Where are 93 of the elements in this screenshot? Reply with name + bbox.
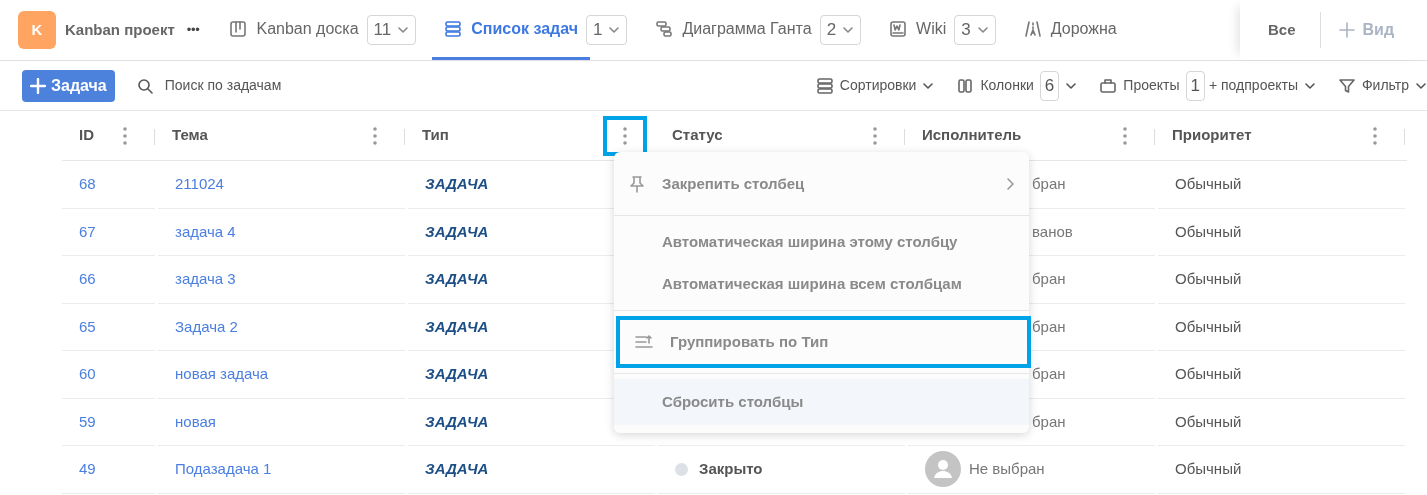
column-header: Исполнитель [922, 125, 1022, 146]
task-subject-link[interactable]: задача 4 [175, 220, 236, 243]
list-icon [444, 19, 463, 38]
project-name: Kanban проект [65, 19, 175, 40]
chevron-down-icon [976, 24, 989, 36]
priority-label: Обычный [1175, 364, 1242, 384]
priority-label: Обычный [1175, 174, 1242, 194]
priority-label: Обычный [1175, 316, 1242, 337]
more-button[interactable]: ••• [186, 20, 200, 40]
columns-button[interactable]: Колонки 6 [956, 70, 1078, 101]
task-id-link[interactable]: 60 [79, 363, 96, 386]
task-subject-link[interactable]: Подазадача 1 [175, 458, 272, 481]
menu-item[interactable]: Группировать по Тип [616, 316, 1031, 368]
projects-count-badge: 1 [1185, 70, 1205, 101]
project-avatar: K [18, 11, 56, 49]
priority-label: Обычный [1175, 221, 1242, 242]
kebab-icon [123, 126, 127, 145]
kebab-icon [1123, 126, 1127, 145]
user-avatar-icon [925, 451, 961, 488]
kebab-icon [623, 126, 627, 145]
chevron-down-icon [608, 24, 621, 36]
assignee-name: бран [1032, 316, 1066, 337]
priority-label: Обычный [1175, 269, 1242, 289]
subprojects-button[interactable]: + подпроекты [1208, 75, 1316, 96]
task-id-link[interactable]: 68 [79, 173, 96, 196]
kebab-icon [1373, 126, 1377, 145]
road-icon [1023, 19, 1042, 38]
gantt-icon [655, 19, 674, 38]
task-id-link[interactable]: 67 [79, 220, 96, 243]
add-view-button[interactable]: Вид [1338, 18, 1395, 42]
all-views-button[interactable]: Все [1268, 18, 1296, 42]
task-subject-link[interactable]: новая задача [175, 363, 269, 386]
plus-icon [30, 77, 46, 94]
task-subject-link[interactable]: новая [175, 410, 216, 433]
menu-item[interactable]: Сбросить столбцы [614, 379, 1029, 425]
task-id-link[interactable]: 65 [79, 315, 96, 338]
list-icon [815, 76, 834, 95]
kebab-icon [373, 126, 377, 145]
briefcase-icon [1099, 76, 1118, 95]
task-id-link[interactable]: 49 [79, 458, 96, 481]
book-icon [889, 19, 908, 38]
view-count-dropdown[interactable]: 11 [366, 15, 417, 45]
assignee-name: бран [1032, 364, 1066, 384]
task-type-label: ЗАДАЧА [425, 411, 489, 432]
task-type-label: ЗАДАЧА [425, 364, 489, 384]
assignee-name: бран [1032, 269, 1066, 289]
filter-icon [1337, 76, 1356, 95]
task-id-link[interactable]: 59 [79, 410, 96, 433]
assignee-name: Не выбран [969, 459, 1045, 479]
group-icon [634, 333, 654, 351]
priority-label: Обычный [1175, 411, 1242, 432]
menu-item[interactable]: Автоматическая ширина всем столбцам [614, 263, 1029, 305]
status-label: Закрыто [699, 459, 763, 479]
plus-icon [1338, 22, 1355, 38]
task-type-label: ЗАДАЧА [425, 269, 489, 289]
projects-button[interactable]: Проекты 1 [1099, 70, 1205, 101]
task-type-label: ЗАДАЧА [425, 221, 489, 242]
task-subject-link[interactable]: 211024 [175, 173, 224, 196]
task-subject-link[interactable]: задача 3 [175, 268, 236, 291]
columns-count-badge: 6 [1039, 70, 1060, 101]
filter-button[interactable]: Фильтр [1337, 75, 1427, 96]
task-subject-link[interactable]: Задача 2 [175, 315, 238, 338]
search-field[interactable]: Поиск по задачам [164, 75, 405, 96]
chevron-down-icon [397, 24, 410, 36]
column-header: ID [79, 125, 94, 146]
assignee-name: бран [1032, 411, 1066, 432]
menu-item[interactable]: Автоматическая ширина этому столбцу [614, 221, 1029, 263]
chevron-right-icon [1005, 177, 1015, 191]
chevron-down-icon [842, 24, 855, 36]
pin-icon [628, 175, 646, 193]
board-icon [229, 19, 248, 38]
assignee-name: ванов [1032, 221, 1073, 242]
priority-label: Обычный [1175, 459, 1242, 479]
assignee-name: бран [1032, 174, 1066, 194]
column-header: Приоритет [1172, 125, 1252, 146]
view-tab[interactable]: Дорожна [1011, 0, 1129, 60]
view-count-dropdown[interactable]: 2 [819, 15, 862, 45]
sort-button[interactable]: Сортировки [815, 75, 935, 96]
new-task-button[interactable]: Задача [22, 69, 115, 102]
search-icon [136, 77, 153, 94]
menu-item[interactable]: Закрепить столбец [614, 158, 1029, 210]
view-tab[interactable]: Список задач [432, 0, 590, 60]
view-count-dropdown[interactable]: 3 [954, 15, 996, 45]
task-id-link[interactable]: 66 [79, 268, 96, 291]
task-type-label: ЗАДАЧА [425, 316, 489, 337]
view-count-dropdown[interactable]: 1 [585, 15, 628, 45]
column-header: Тема [172, 125, 208, 146]
kebab-icon [873, 126, 877, 145]
task-type-label: ЗАДАЧА [425, 459, 489, 479]
task-type-label: ЗАДАЧА [425, 174, 489, 194]
column-header: Статус [672, 125, 723, 146]
column-header: Тип [422, 125, 449, 146]
columns-icon [956, 76, 975, 95]
